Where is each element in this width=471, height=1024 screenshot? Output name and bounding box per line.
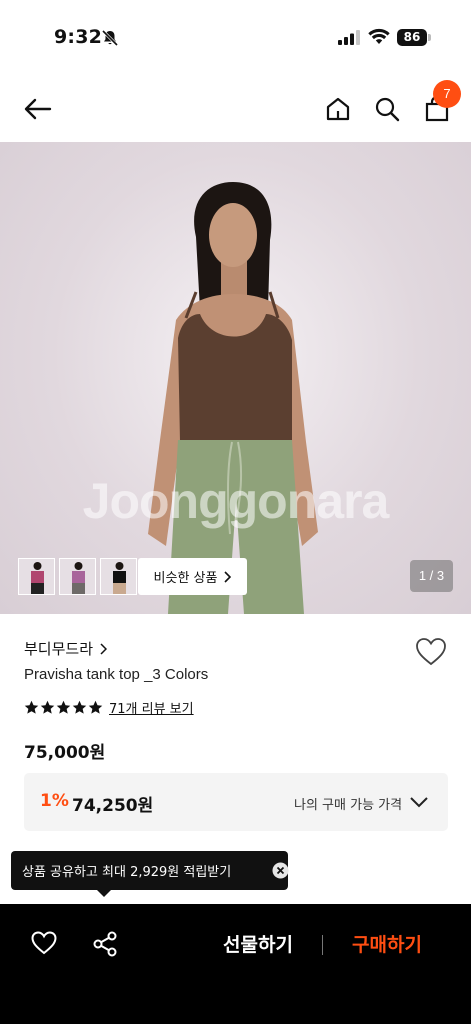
search-icon (375, 97, 400, 122)
chevron-right-icon (224, 570, 232, 583)
similar-products-button[interactable]: 비슷한 상품 (138, 558, 247, 595)
status-bar: 9:32 86 (0, 0, 471, 76)
purchasable-price-dropdown[interactable]: 1% 74,250원 나의 구매 가능 가격 (24, 773, 448, 831)
bell-slash-icon (101, 29, 119, 47)
status-time: 9:32 (54, 26, 103, 48)
chevron-down-icon (410, 797, 428, 808)
chevron-right-icon (100, 642, 108, 655)
heart-icon[interactable] (30, 930, 58, 956)
share-reward-tooltip: 상품 공유하고 최대 2,929원 적립받기 (11, 851, 289, 890)
product-image-gallery[interactable]: Joonggonara 비슷한 상품 1 / 3 (0, 142, 471, 614)
star-icon (88, 700, 103, 714)
back-button[interactable] (20, 91, 56, 127)
review-link[interactable]: 71개 리뷰 보기 (109, 698, 194, 717)
nav-bar (0, 76, 471, 142)
star-rating (24, 700, 103, 715)
star-icon (56, 700, 71, 714)
tooltip-arrow (96, 889, 112, 897)
home-button[interactable] (320, 91, 356, 127)
discount-rate: 1% (40, 791, 69, 811)
watermark: Joonggonara (82, 473, 390, 529)
signal-icon (338, 30, 360, 45)
star-icon (72, 700, 87, 714)
star-icon (40, 700, 55, 714)
brand-link[interactable]: 부디무드라 (24, 638, 108, 659)
back-arrow-icon (24, 98, 52, 120)
wifi-icon (368, 28, 390, 44)
close-icon[interactable] (272, 862, 289, 879)
battery-level: 86 (397, 29, 427, 46)
thumbnail-1[interactable] (18, 558, 55, 595)
divider (322, 935, 323, 955)
search-button[interactable] (369, 91, 405, 127)
tooltip-text: 상품 공유하고 최대 2,929원 적립받기 (22, 865, 232, 880)
share-icon[interactable] (91, 930, 119, 958)
purchasable-price-label: 나의 구매 가능 가격 (294, 798, 403, 813)
wishlist-heart-icon[interactable] (414, 636, 448, 668)
thumbnail-strip (18, 558, 137, 595)
similar-products-label: 비슷한 상품 (153, 571, 218, 586)
brand-name: 부디무드라 (24, 640, 94, 658)
thumbnail-3[interactable] (100, 558, 137, 595)
page-counter: 1 / 3 (410, 560, 453, 592)
home-icon (326, 97, 350, 121)
discount-price: 74,250원 (72, 796, 154, 816)
original-price: 75,000원 (24, 743, 106, 763)
star-icon (24, 700, 39, 714)
cart-count-badge: 7 (433, 80, 461, 108)
rating: 71개 리뷰 보기 (24, 698, 194, 717)
battery-tip (428, 34, 431, 41)
bottom-action-bar: 선물하기 구매하기 (0, 904, 471, 1024)
buy-button[interactable]: 구매하기 (338, 928, 436, 962)
thumbnail-2[interactable] (59, 558, 96, 595)
product-name: Pravisha tank top _3 Colors (24, 666, 209, 683)
product-photo (148, 182, 318, 614)
gift-button[interactable]: 선물하기 (210, 928, 306, 962)
